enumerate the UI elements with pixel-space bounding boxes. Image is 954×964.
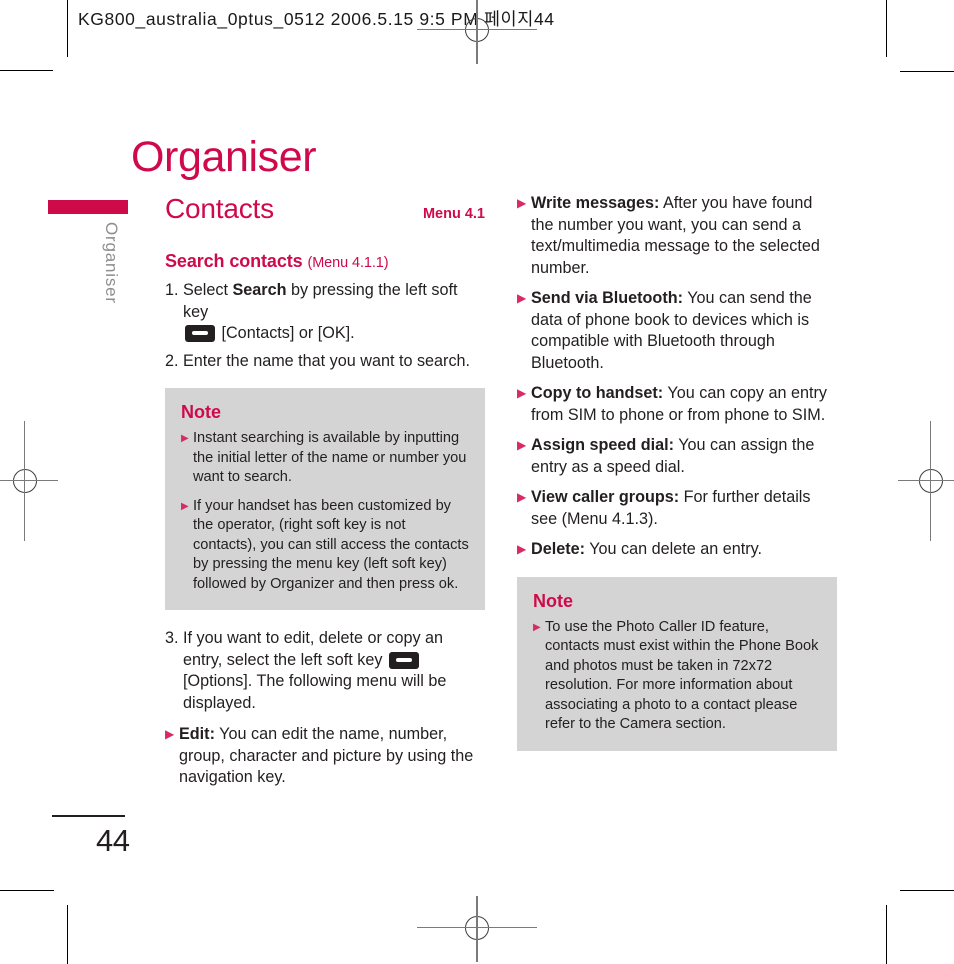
option-text: Copy to handset: You can copy an entry f… (531, 383, 837, 426)
triangle-bullet-icon: ▶ (517, 542, 527, 556)
page-number: 44 (96, 823, 130, 858)
registration-mark-right (896, 421, 954, 541)
registration-vertical-line (476, 0, 478, 64)
option-item: ▶ Delete: You can delete an entry. (517, 539, 837, 561)
option-label: Assign speed dial: (531, 436, 675, 454)
crop-mark-top-right-horizontal (900, 71, 954, 72)
step-text-after: [Contacts] or [OK]. (217, 324, 355, 342)
note-bullet-text: Instant searching is available by inputt… (193, 430, 467, 485)
option-text: Write messages: After you have found the… (531, 193, 837, 279)
section-title: Contacts (165, 193, 274, 224)
triangle-bullet-icon: ▶ (165, 727, 175, 741)
step-item: 2. Enter the name that you want to searc… (165, 351, 485, 373)
step-bold-term: Search (232, 281, 287, 299)
option-item: ▶ Send via Bluetooth: You can send the d… (517, 288, 837, 374)
note-bullet: ▶ To use the Photo Caller ID feature, co… (533, 618, 821, 735)
triangle-bullet-icon: ▶ (517, 196, 527, 210)
triangle-bullet-icon: ▶ (517, 490, 527, 504)
note-title: Note (181, 402, 221, 422)
crop-mark-top-left-horizontal (0, 70, 53, 71)
option-text: View caller groups: For further details … (531, 487, 837, 530)
triangle-bullet-icon: ▶ (533, 621, 541, 633)
registration-mark-top (417, 0, 537, 66)
option-item: ▶ Copy to handset: You can copy an entry… (517, 383, 837, 426)
option-description: You can edit the name, number, group, ch… (179, 725, 474, 786)
crop-mark-bottom-right-horizontal (900, 890, 954, 891)
registration-vertical-line (24, 421, 25, 541)
right-column: ▶ Write messages: After you have found t… (517, 193, 837, 769)
registration-vertical-line (930, 421, 931, 541)
crop-mark-bottom-left-horizontal (0, 890, 54, 891)
step-item: 1. Select Search by pressing the left so… (165, 280, 485, 345)
triangle-bullet-icon: ▶ (517, 291, 527, 305)
page-title: Organiser (131, 132, 317, 181)
option-item: ▶ Write messages: After you have found t… (517, 193, 837, 279)
chapter-tab-bar (48, 200, 128, 214)
softkey-icon (388, 651, 419, 669)
left-column: Contacts Menu 4.1 Search contacts (Menu … (165, 193, 485, 798)
registration-mark-bottom (417, 890, 537, 964)
triangle-bullet-icon: ▶ (181, 500, 189, 512)
option-text: Assign speed dial: You can assign the en… (531, 435, 837, 478)
note-box: Note ▶ To use the Photo Caller ID featur… (517, 576, 837, 751)
option-label: Write messages: (531, 194, 660, 212)
option-item: ▶ Assign speed dial: You can assign the … (517, 435, 837, 478)
option-description: You can delete an entry. (584, 540, 762, 558)
option-text: Send via Bluetooth: You can send the dat… (531, 288, 837, 374)
option-label: Send via Bluetooth: (531, 289, 683, 307)
note-bullet-text: To use the Photo Caller ID feature, cont… (545, 618, 819, 733)
step-text: Select Search by pressing the left soft … (183, 280, 485, 345)
option-text: Edit: You can edit the name, number, gro… (179, 724, 485, 789)
option-label: Edit: (179, 725, 215, 743)
option-label: Copy to handset: (531, 384, 664, 402)
registration-horizontal-line (417, 927, 537, 928)
subsection-menu-reference: (Menu 4.1.1) (307, 255, 389, 271)
registration-horizontal-line (898, 480, 954, 481)
section-menu-reference: Menu 4.1 (422, 206, 485, 222)
subsection-heading: Search contacts (Menu 4.1.1) (165, 251, 485, 272)
step-number: 1. (165, 281, 179, 299)
triangle-bullet-icon: ▶ (517, 386, 527, 400)
crop-mark-top-left-vertical (67, 0, 68, 57)
note-bullet: ▶ Instant searching is available by inpu… (181, 429, 469, 488)
triangle-bullet-icon: ▶ (517, 438, 527, 452)
step-text-before: Select (183, 281, 233, 299)
note-bullet-text: If your handset has been customized by t… (193, 497, 469, 592)
option-label: View caller groups: (531, 488, 680, 506)
step-text: Enter the name that you want to search. (183, 351, 471, 370)
footer-divider (52, 815, 125, 817)
registration-circle-icon (919, 469, 943, 493)
registration-mark-left (0, 421, 60, 541)
crop-mark-top-right-vertical (886, 0, 887, 57)
triangle-bullet-icon: ▶ (181, 433, 189, 444)
step-number: 3. (165, 629, 179, 647)
note-title: Note (533, 590, 573, 611)
note-box: Note ▶ Instant searching is available by… (165, 388, 485, 610)
option-text: Delete: You can delete an entry. (531, 539, 837, 561)
step-text: If you want to edit, delete or copy an e… (183, 628, 485, 714)
crop-mark-bottom-left-vertical (67, 905, 68, 964)
section-header: Contacts Menu 4.1 (165, 193, 485, 225)
registration-vertical-line (476, 896, 478, 962)
step-item: 3. If you want to edit, delete or copy a… (165, 628, 485, 714)
registration-circle-icon (13, 469, 37, 493)
step-number: 2. (165, 351, 179, 370)
option-label: Delete: (531, 540, 585, 558)
note-bullet: ▶ If your handset has been customized by… (181, 497, 469, 595)
crop-mark-bottom-right-vertical (886, 905, 887, 964)
chapter-tab-label: Organiser (102, 222, 121, 304)
softkey-icon (185, 325, 215, 342)
registration-horizontal-line (0, 480, 58, 481)
step-text-after: [Options]. The following menu will be di… (183, 672, 447, 712)
registration-horizontal-line (417, 29, 537, 30)
option-item: ▶ Edit: You can edit the name, number, g… (165, 724, 485, 789)
subsection-title: Search contacts (165, 251, 303, 271)
option-item: ▶ View caller groups: For further detail… (517, 487, 837, 530)
